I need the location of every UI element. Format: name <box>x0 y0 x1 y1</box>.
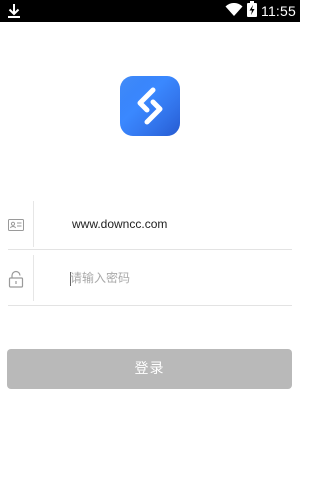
app-logo-icon <box>120 76 180 136</box>
divider <box>8 305 292 306</box>
username-field[interactable]: www.downcc.com <box>72 201 167 247</box>
divider <box>8 249 292 250</box>
wifi-icon <box>225 2 243 21</box>
password-field[interactable]: 请输入密码 <box>70 255 130 301</box>
password-row: 请输入密码 <box>8 255 292 306</box>
username-row: www.downcc.com <box>8 201 292 250</box>
battery-charging-icon <box>247 1 257 21</box>
lock-icon <box>8 269 24 289</box>
field-separator <box>33 255 34 301</box>
id-card-icon <box>8 215 24 235</box>
login-button[interactable]: 登录 <box>7 349 292 389</box>
status-time: 11:55 <box>261 3 296 19</box>
status-bar: 11:55 <box>0 0 300 22</box>
field-separator <box>33 201 34 247</box>
download-icon <box>6 2 22 20</box>
